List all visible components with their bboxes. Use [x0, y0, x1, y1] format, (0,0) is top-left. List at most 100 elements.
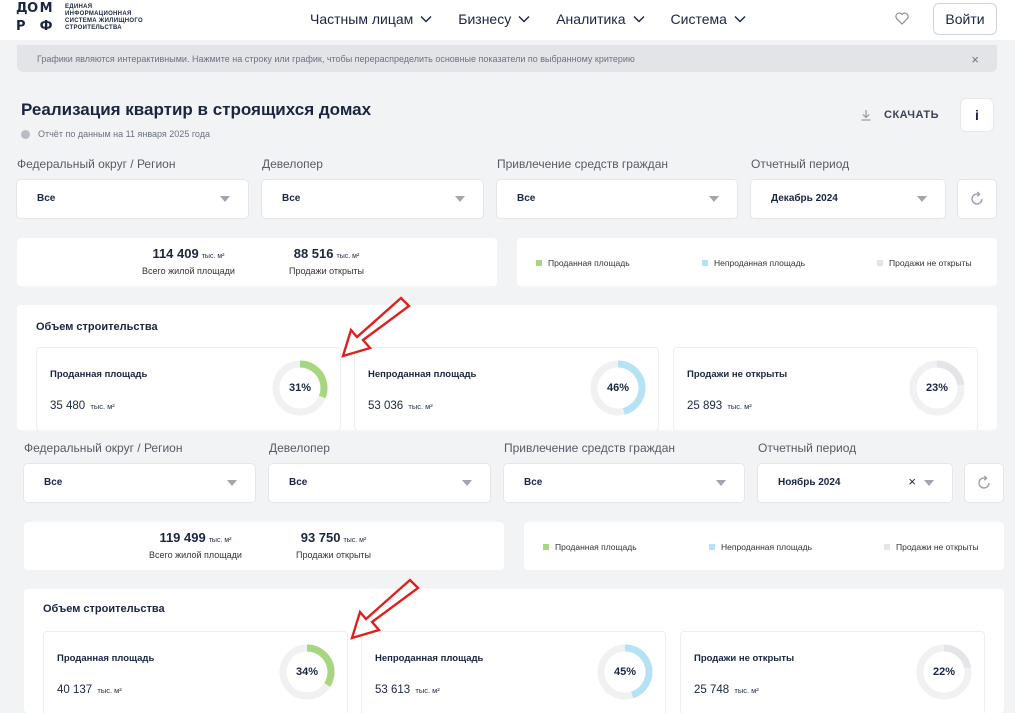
login-button[interactable]: Войти — [933, 3, 997, 35]
legend-item-not-open[interactable]: Продажи не открыты — [877, 258, 972, 268]
logo-mark-part: Р — [16, 19, 26, 34]
nav-item-label: Частным лицам — [310, 11, 414, 27]
kpi-value: 25 893 — [687, 400, 723, 412]
total-area-stat[interactable]: 119 499 тыс. м² Всего жилой площади — [149, 530, 242, 560]
total-area-label: Всего жилой площади — [149, 550, 242, 560]
unit-label: тыс. м² — [90, 402, 115, 411]
legend-item-unsold[interactable]: Непроданная площадь — [702, 258, 805, 268]
kpi-card-sold[interactable]: Проданная площадь 40 137 тыс. м² 34% — [43, 631, 348, 713]
legend-item-unsold[interactable]: Непроданная площадь — [709, 542, 812, 552]
clear-icon[interactable]: × — [908, 474, 916, 489]
download-button[interactable]: СКАЧАТЬ — [860, 109, 939, 121]
close-icon[interactable]: × — [971, 52, 979, 67]
kpi-name: Непроданная площадь — [375, 653, 484, 664]
legend-label: Проданная площадь — [548, 258, 630, 268]
developer-filter-label: Девелопер — [262, 157, 323, 171]
logo-caption-line: ЕДИНАЯ — [65, 3, 93, 10]
logo-caption-line: ИНФОРМАЦИОННАЯ — [65, 10, 132, 17]
nav-item-individuals[interactable]: Частным лицам — [310, 11, 432, 27]
legend-card: Проданная площадь Непроданная площадь Пр… — [524, 522, 1004, 570]
caret-down-icon — [455, 196, 465, 202]
logo-mark: ДО М Р Ф — [16, 1, 60, 35]
sales-open-label: Продажи открыты — [296, 550, 372, 560]
heart-icon[interactable] — [895, 12, 909, 25]
download-icon — [861, 110, 871, 121]
legend-label: Непроданная площадь — [714, 258, 805, 268]
period-select[interactable]: Ноябрь 2024 × — [758, 464, 952, 502]
kpi-card-not-open[interactable]: Продажи не открыты 25 893 тыс. м² 23% — [673, 347, 978, 431]
region-select[interactable]: Все — [24, 464, 255, 502]
info-button[interactable]: i — [961, 99, 993, 131]
developer-select-value: Все — [282, 193, 301, 204]
kpi-percent: 31% — [288, 382, 312, 394]
caret-down-icon — [220, 196, 230, 202]
caret-down-icon — [709, 196, 719, 202]
reset-filters-button[interactable] — [958, 180, 996, 218]
funds-select-value: Все — [517, 193, 536, 204]
clock-icon — [21, 129, 30, 139]
legend-swatch — [877, 260, 883, 266]
download-label: СКАЧАТЬ — [884, 109, 940, 121]
developer-select[interactable]: Все — [262, 180, 483, 218]
top-navigation-bar: ДО М Р Ф ЕДИНАЯ ИНФОРМАЦИОННАЯ СИСТЕМА Ж… — [0, 0, 1015, 40]
developer-select[interactable]: Все — [269, 464, 490, 502]
report-date: Отчёт по данным на 11 января 2025 года — [21, 129, 210, 139]
annotation-arrow — [350, 578, 420, 640]
nav-item-label: Бизнесу — [458, 11, 512, 27]
legend-label: Продажи не открыты — [896, 542, 979, 552]
nav-item-business[interactable]: Бизнесу — [458, 11, 530, 27]
logo-mark-part: ДО — [16, 1, 38, 16]
kpi-percent: 23% — [925, 382, 949, 394]
caret-down-icon — [924, 480, 934, 486]
legend-label: Продажи не открыты — [889, 258, 972, 268]
report-date-text: Отчёт по данным на 11 января 2025 года — [38, 129, 210, 139]
total-area-stat[interactable]: 114 409 тыс. м² Всего жилой площади — [142, 246, 235, 276]
legend-item-sold[interactable]: Проданная площадь — [543, 542, 637, 552]
period-select[interactable]: Декабрь 2024 — [751, 180, 945, 218]
kpi-name: Непроданная площадь — [368, 369, 477, 380]
sales-open-stat[interactable]: 93 750 тыс. м² Продажи открыты — [296, 530, 371, 560]
funds-select[interactable]: Все — [497, 180, 737, 218]
kpi-value: 53 036 — [368, 400, 404, 412]
funds-filter-label: Привлечение средств граждан — [497, 157, 668, 171]
nav-item-label: Аналитика — [556, 11, 626, 27]
unit-label: тыс. м² — [336, 253, 360, 260]
caret-down-icon — [917, 196, 927, 202]
page-title: Реализация квартир в строящихся домах — [21, 100, 372, 119]
total-area-label: Всего жилой площади — [142, 266, 235, 276]
kpi-percent: 45% — [613, 666, 637, 678]
region-filter-label: Федеральный округ / Регион — [17, 157, 176, 171]
unit-label: тыс. м² — [97, 686, 122, 695]
main-nav: Частным лицам Бизнесу Аналитика Система — [310, 11, 772, 27]
caret-down-icon — [462, 480, 472, 486]
kpi-card-not-open[interactable]: Продажи не открыты 25 748 тыс. м² 22% — [680, 631, 985, 713]
dom-rf-logo[interactable]: ДО М Р Ф ЕДИНАЯ ИНФОРМАЦИОННАЯ СИСТЕМА Ж… — [16, 1, 143, 35]
kpi-percent: 34% — [295, 666, 319, 678]
logo-mark-part: М — [39, 1, 53, 16]
period-select-value: Ноябрь 2024 — [778, 477, 841, 488]
logo-caption: ЕДИНАЯ ИНФОРМАЦИОННАЯ СИСТЕМА ЖИЛИЩНОГО … — [65, 4, 143, 33]
nav-item-analytics[interactable]: Аналитика — [556, 11, 645, 27]
period-filter-label: Отчетный период — [751, 157, 850, 171]
total-area-value: 119 499 — [159, 530, 206, 545]
unit-label: тыс. м² — [408, 402, 433, 411]
region-select[interactable]: Все — [17, 180, 248, 218]
chevron-down-icon — [633, 16, 645, 23]
nav-item-label: Система — [670, 11, 727, 27]
kpi-card-sold[interactable]: Проданная площадь 35 480 тыс. м² 31% — [36, 347, 341, 431]
nav-item-system[interactable]: Система — [671, 11, 746, 27]
annotation-arrow — [341, 296, 411, 358]
kpi-value: 35 480 — [50, 400, 86, 412]
reset-filters-button[interactable] — [965, 464, 1003, 502]
sales-open-stat[interactable]: 88 516 тыс. м² Продажи открыты — [289, 246, 364, 276]
logo-caption-line: СИСТЕМА ЖИЛИЩНОГО — [65, 18, 143, 24]
totals-card: 114 409 тыс. м² Всего жилой площади 88 51… — [17, 238, 497, 286]
legend-swatch — [536, 260, 542, 266]
logo-mark-part: Ф — [39, 19, 53, 34]
funds-select[interactable]: Все — [504, 464, 744, 502]
legend-item-sold[interactable]: Проданная площадь — [536, 258, 630, 268]
legend-label: Проданная площадь — [555, 542, 637, 552]
unit-label: тыс. м² — [415, 686, 440, 695]
info-banner: Графики являются интерактивными. Нажмите… — [17, 45, 997, 72]
legend-item-not-open[interactable]: Продажи не открыты — [884, 542, 979, 552]
